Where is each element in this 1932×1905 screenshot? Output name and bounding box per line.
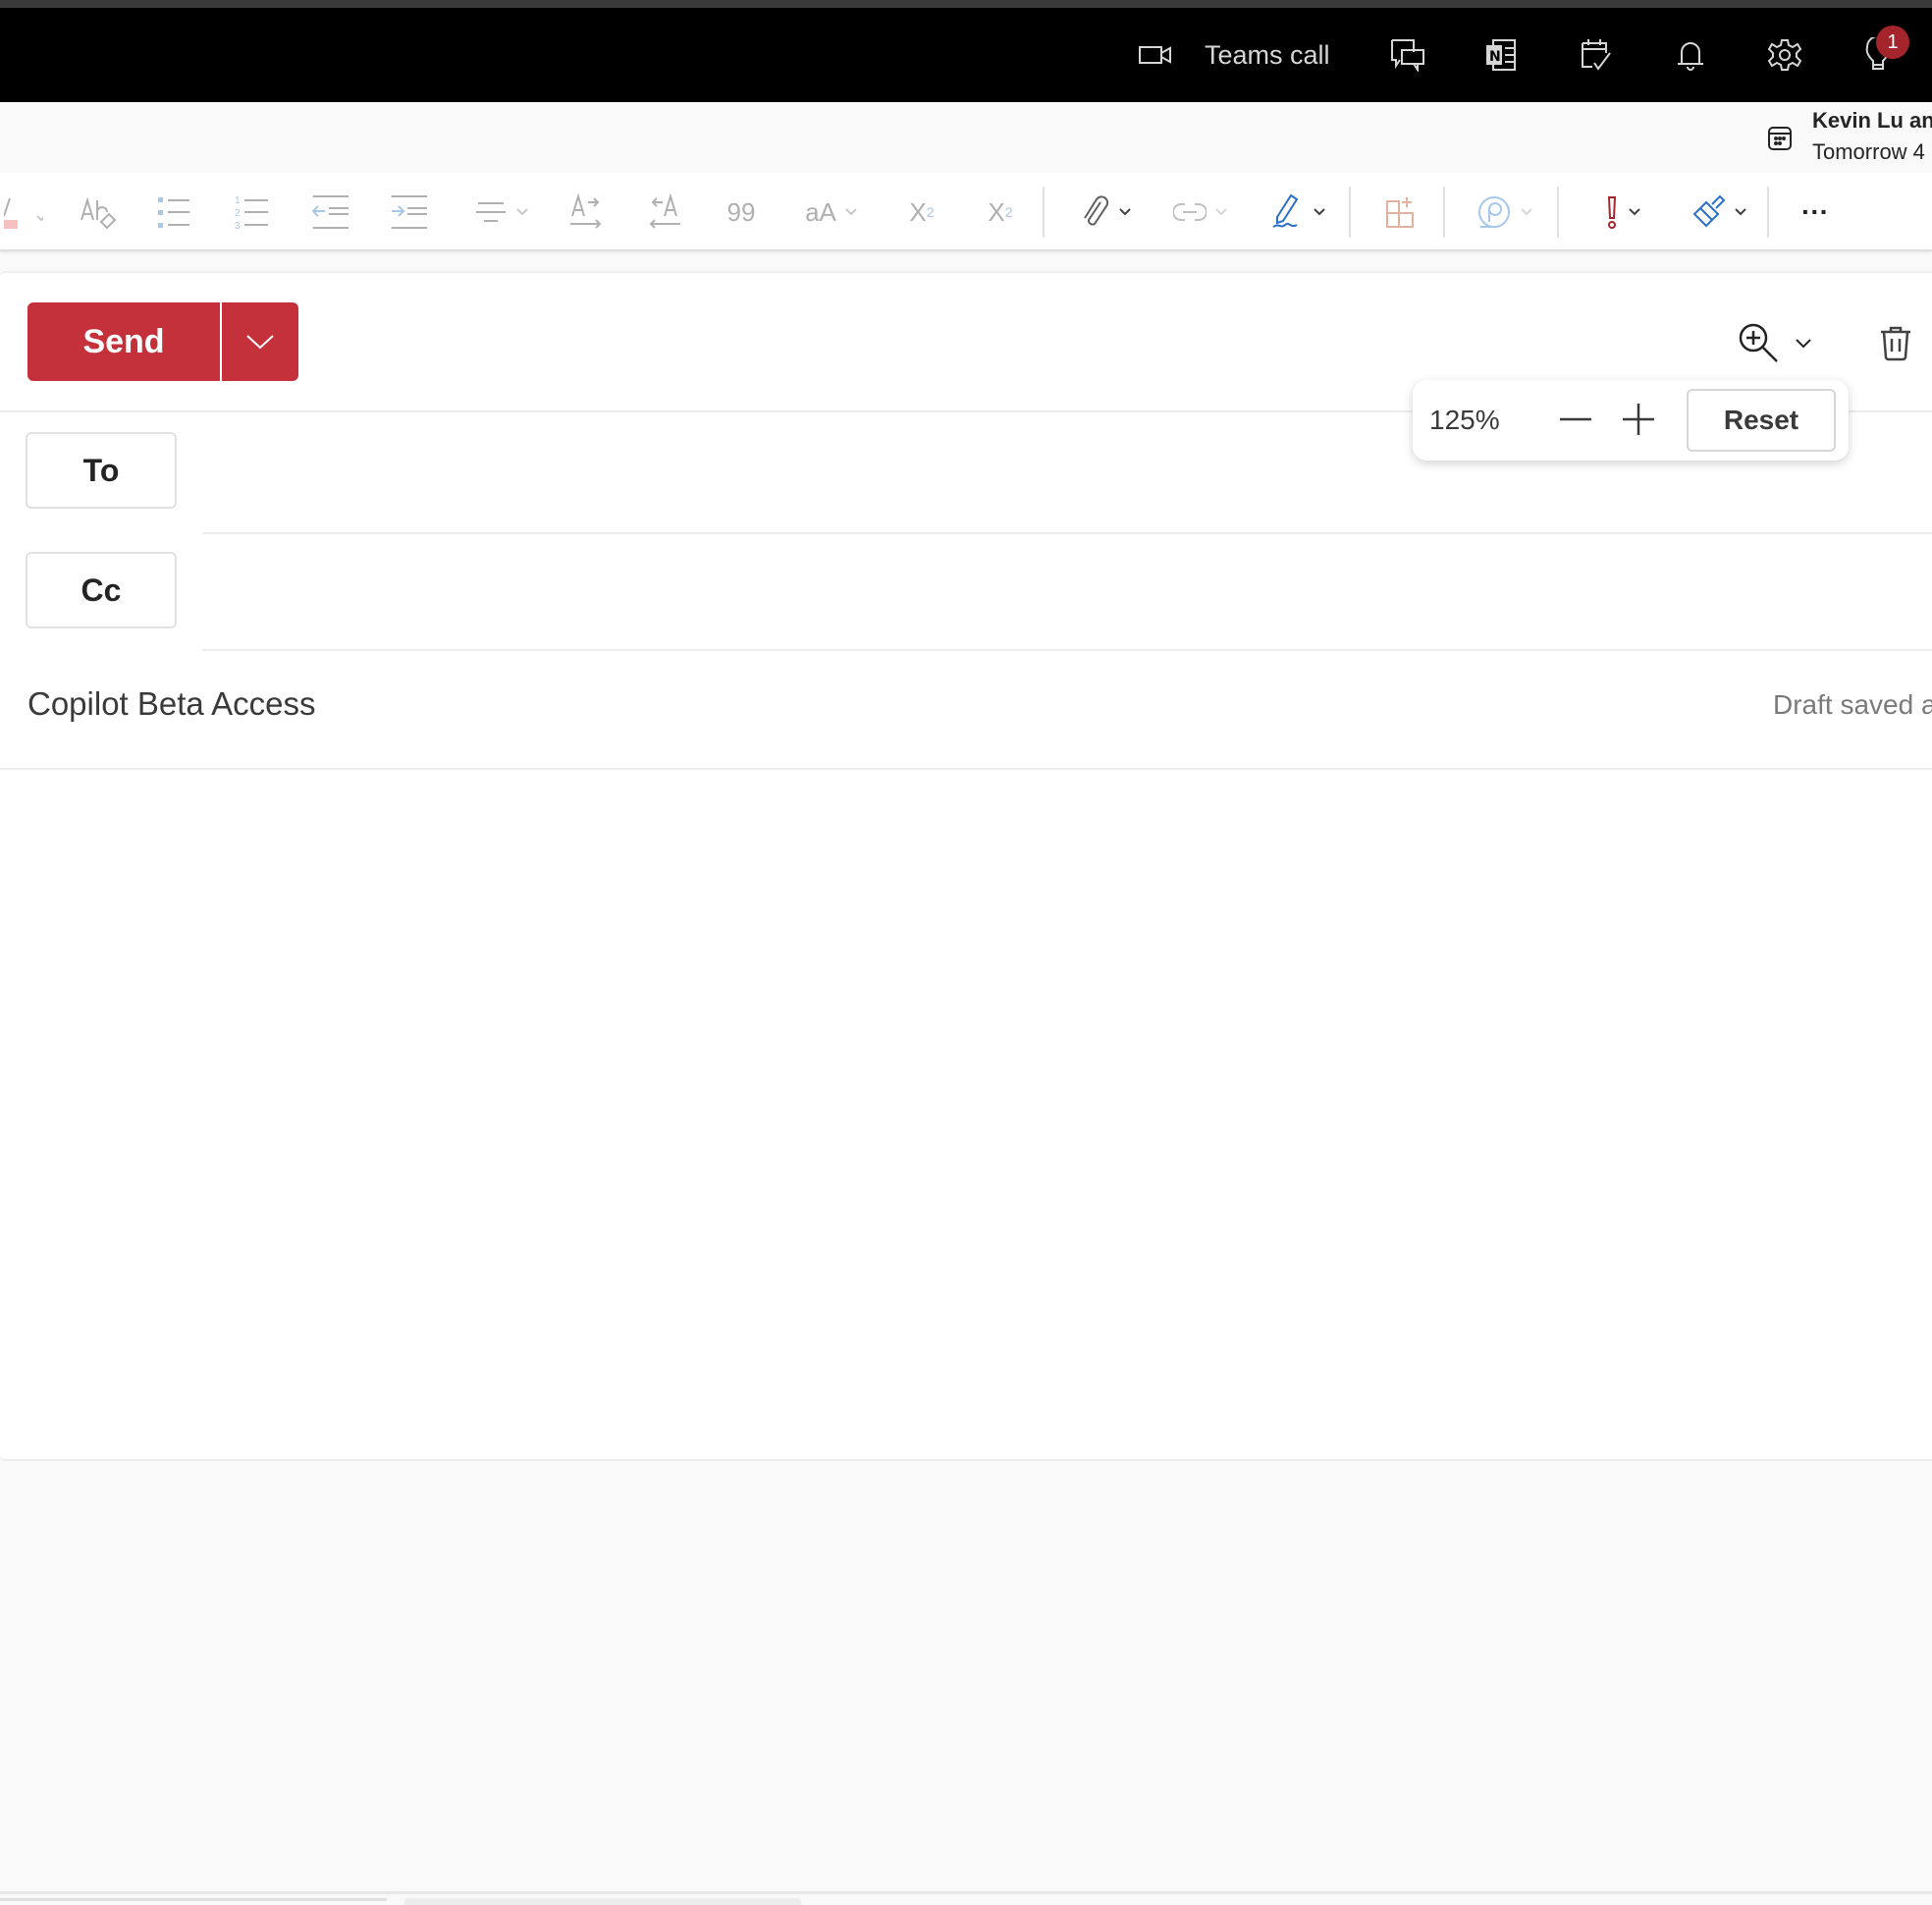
teams-call-button[interactable]: Teams call bbox=[1205, 8, 1332, 102]
svg-text:2: 2 bbox=[235, 208, 241, 219]
right-to-left-button[interactable] bbox=[642, 173, 687, 251]
send-split-button: Send bbox=[27, 302, 298, 381]
trash-icon bbox=[1881, 326, 1910, 361]
clear-formatting-button[interactable] bbox=[75, 173, 120, 251]
bottom-divider bbox=[0, 1891, 1932, 1894]
divider bbox=[0, 768, 1932, 770]
send-button[interactable]: Send bbox=[27, 302, 222, 381]
ribbon-separator bbox=[1767, 187, 1769, 238]
change-case-glyph: aA bbox=[805, 196, 836, 227]
signature-button[interactable] bbox=[1261, 173, 1335, 251]
reminder-time: Tomorrow 4 bbox=[1812, 139, 1925, 164]
window-top-strip bbox=[0, 0, 1932, 8]
zoom-in-icon bbox=[1739, 323, 1778, 362]
svg-text:3: 3 bbox=[235, 221, 241, 232]
svg-text:N: N bbox=[1489, 49, 1501, 65]
draft-status: Draft saved a bbox=[1773, 689, 1932, 720]
zoom-button[interactable] bbox=[1738, 322, 1812, 365]
loop-button[interactable] bbox=[1471, 173, 1539, 251]
bell-icon[interactable] bbox=[1671, 8, 1710, 102]
tips-badge: 1 bbox=[1876, 26, 1909, 59]
apps-button[interactable] bbox=[1378, 173, 1423, 251]
zoom-popup: 125% Reset bbox=[1413, 380, 1849, 461]
bottom-tab[interactable] bbox=[0, 1898, 387, 1905]
superscript-glyph: X bbox=[988, 196, 1005, 227]
decrease-indent-button[interactable] bbox=[308, 173, 353, 251]
subscript-button[interactable]: X2 bbox=[899, 173, 944, 251]
left-to-right-button[interactable] bbox=[564, 173, 609, 251]
cc-field[interactable] bbox=[202, 556, 1910, 625]
more-options-button[interactable]: ··· bbox=[1793, 173, 1838, 251]
gear-icon[interactable] bbox=[1765, 8, 1804, 102]
increase-indent-button[interactable] bbox=[387, 173, 432, 251]
zoom-out-button[interactable] bbox=[1556, 400, 1595, 439]
cc-button[interactable]: Cc bbox=[26, 552, 177, 628]
subject-field[interactable]: Copilot Beta Access bbox=[27, 685, 316, 723]
attach-file-button[interactable] bbox=[1072, 173, 1141, 251]
subscript-glyph: X bbox=[909, 196, 927, 227]
ribbon-separator bbox=[1349, 187, 1351, 238]
chevron-down-icon bbox=[246, 335, 274, 350]
importance-button[interactable] bbox=[1588, 173, 1657, 251]
app-header-bar: Teams call N 1 bbox=[0, 8, 1932, 102]
ribbon-separator bbox=[1443, 187, 1445, 238]
todo-calendar-icon[interactable] bbox=[1577, 8, 1616, 102]
bullets-button[interactable] bbox=[151, 173, 196, 251]
video-camera-icon[interactable] bbox=[1134, 8, 1177, 102]
superscript-button[interactable]: X2 bbox=[978, 173, 1023, 251]
send-options-dropdown[interactable] bbox=[222, 302, 298, 381]
ribbon-separator bbox=[1043, 187, 1045, 238]
format-painter-button[interactable] bbox=[1683, 173, 1757, 251]
ribbon-separator bbox=[1557, 187, 1559, 238]
to-button[interactable]: To bbox=[26, 432, 177, 509]
divider bbox=[202, 649, 1932, 651]
onenote-icon[interactable]: N bbox=[1482, 8, 1522, 102]
reminder-title: Kevin Lu an bbox=[1812, 108, 1932, 133]
plus-icon bbox=[1623, 404, 1654, 435]
chat-feedback-icon[interactable] bbox=[1388, 8, 1427, 102]
zoom-reset-button[interactable]: Reset bbox=[1687, 389, 1836, 452]
font-color-button[interactable] bbox=[0, 173, 47, 251]
message-body[interactable] bbox=[0, 772, 1932, 1459]
change-case-button[interactable]: aA bbox=[797, 173, 866, 251]
numbering-button[interactable]: 1 2 3 bbox=[230, 173, 275, 251]
zoom-level: 125% bbox=[1429, 405, 1500, 435]
zoom-in-button[interactable] bbox=[1619, 400, 1658, 439]
formatting-ribbon: 1 2 3 99 aA X2 X2 ··· bbox=[0, 173, 1932, 251]
divider bbox=[202, 532, 1932, 534]
bottom-tab[interactable] bbox=[404, 1898, 801, 1905]
discard-button[interactable] bbox=[1879, 324, 1912, 366]
meeting-reminder[interactable]: Kevin Lu an Tomorrow 4 bbox=[0, 102, 1932, 173]
svg-text:1: 1 bbox=[235, 195, 241, 206]
insert-link-button[interactable] bbox=[1166, 173, 1235, 251]
align-button[interactable] bbox=[467, 173, 536, 251]
chevron-down-icon bbox=[1796, 339, 1811, 349]
minus-icon bbox=[1560, 417, 1591, 421]
quote-button[interactable]: 99 bbox=[719, 173, 764, 251]
calendar-icon bbox=[1767, 126, 1793, 156]
